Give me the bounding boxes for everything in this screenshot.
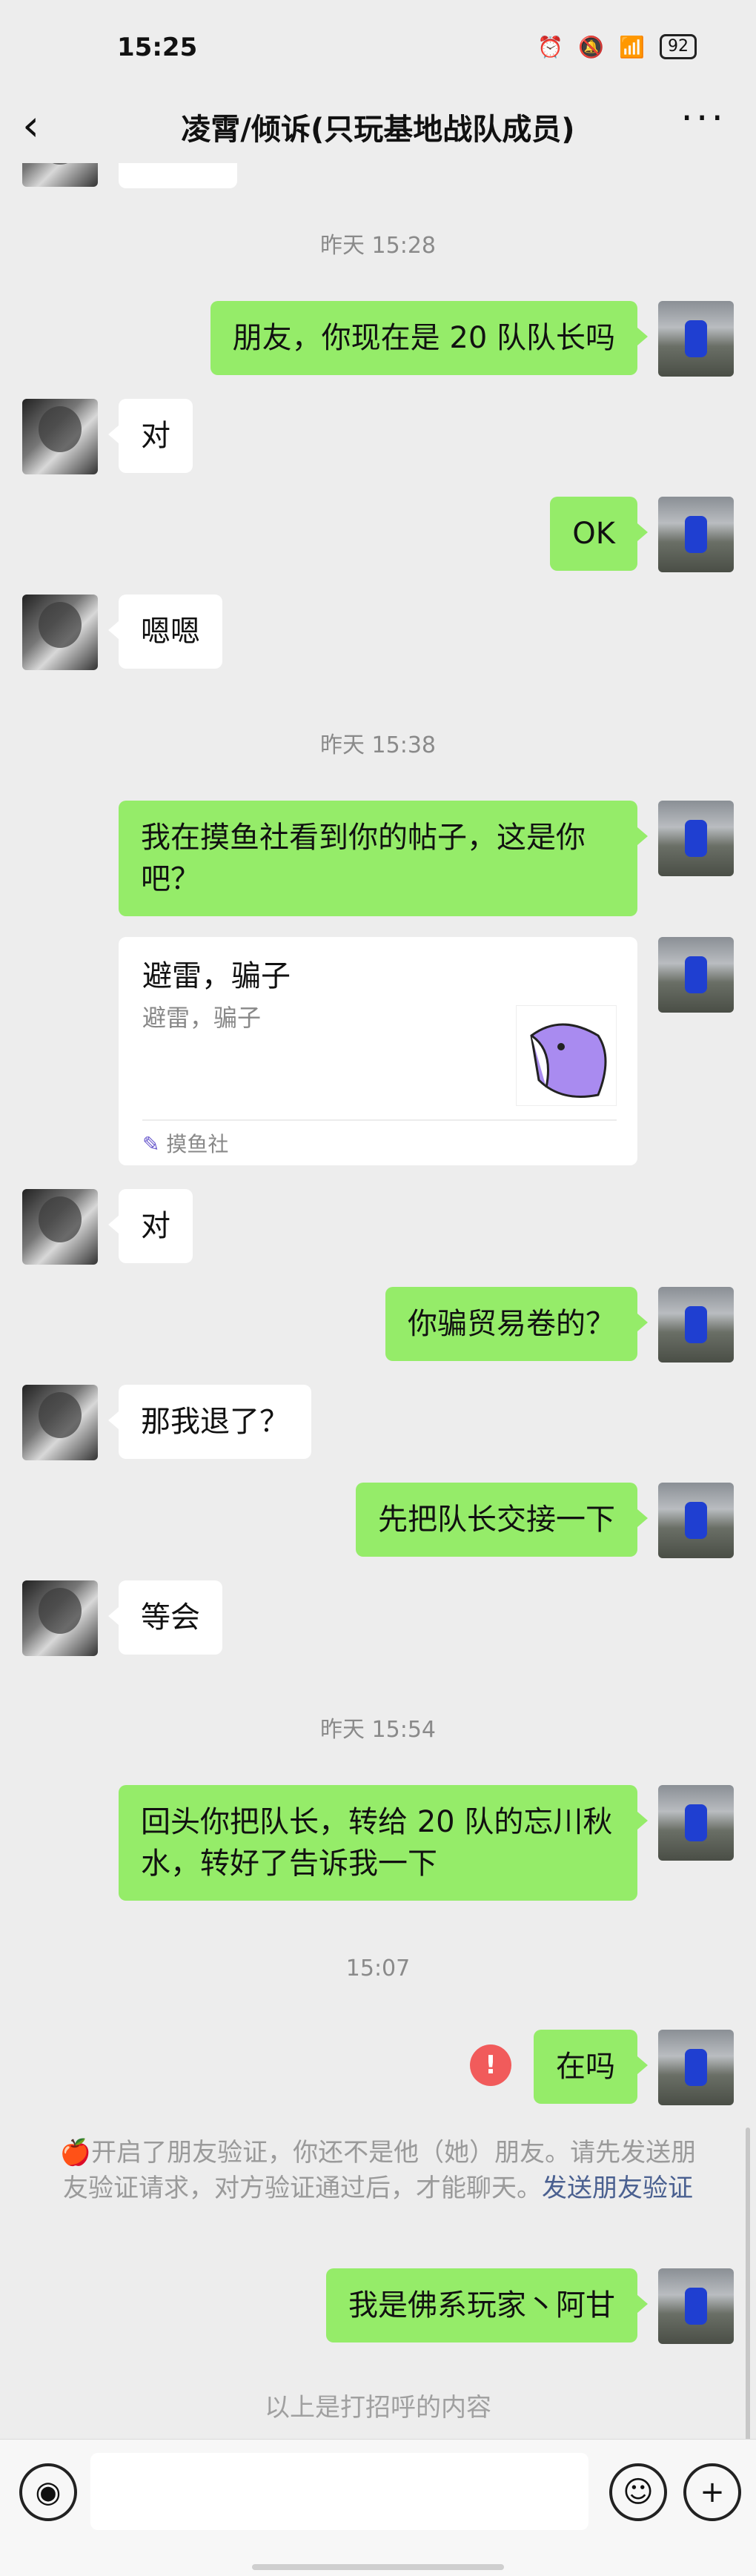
status-time: 15:25 [117, 33, 198, 62]
scrollbar[interactable] [746, 2128, 750, 2439]
message-bubble-sent[interactable]: 我是佛系玩家丶阿甘 [326, 2268, 648, 2342]
contact-avatar[interactable] [22, 163, 98, 187]
battery-icon: 92 [660, 34, 697, 59]
more-dots-icon: ··· [680, 96, 726, 141]
more-actions-button[interactable]: + [683, 2463, 741, 2521]
message-bubble-sent[interactable]: 先把队长交接一下 [356, 1483, 648, 1557]
link-card[interactable]: 避雷，骗子 避雷，骗子 ✎ 摸鱼社 [119, 937, 637, 1165]
home-indicator [252, 2564, 504, 2570]
greeting-note: 以上是打招呼的内容 [265, 2393, 491, 2423]
contact-avatar[interactable] [22, 595, 98, 670]
my-avatar[interactable] [658, 497, 734, 572]
input-bar: ◉ ☺ + [0, 2439, 756, 2576]
fish-thumbnail-icon [516, 1005, 617, 1106]
my-avatar[interactable] [658, 937, 734, 1013]
app-logo-icon: ✎ [142, 1132, 160, 1156]
my-avatar[interactable] [658, 1287, 734, 1363]
my-avatar[interactable] [658, 2268, 734, 2344]
send-failed-icon[interactable]: ! [470, 2044, 511, 2086]
link-card-divider [142, 1119, 617, 1121]
link-card-desc: 避雷，骗子 [142, 1004, 262, 1032]
emoji-icon: ☺ [623, 2475, 654, 2509]
timestamp: 15:07 [345, 1956, 411, 1981]
message-bubble-sent[interactable]: OK [550, 497, 648, 571]
emoji-button[interactable]: ☺ [609, 2463, 667, 2521]
apple-icon: 🍎 [59, 2138, 92, 2168]
contact-avatar[interactable] [22, 1189, 98, 1265]
chat-header: ‹ 凌霄/倾诉(只玩基地战队成员) ··· [0, 89, 756, 163]
message-bubble-clipped [119, 163, 237, 188]
mute-icon: 🔕 [578, 34, 605, 59]
message-bubble-received[interactable]: 对 [108, 1189, 193, 1263]
voice-icon: ◉ [35, 2475, 62, 2509]
my-avatar[interactable] [658, 1785, 734, 1861]
status-icons: ⏰ 🔕 📶 92 [537, 34, 697, 59]
link-card-source: ✎ 摸鱼社 [142, 1128, 228, 1158]
chat-title: 凌霄/倾诉(只玩基地战队成员) [181, 113, 575, 147]
my-avatar[interactable] [658, 801, 734, 876]
my-avatar[interactable] [658, 301, 734, 377]
voice-button[interactable]: ◉ [19, 2463, 77, 2521]
message-bubble-sent[interactable]: 在吗 [534, 2030, 648, 2104]
timestamp: 昨天 15:54 [320, 1717, 436, 1743]
contact-avatar[interactable] [22, 1580, 98, 1656]
plus-icon: + [700, 2475, 725, 2509]
message-bubble-sent[interactable]: 我在摸鱼社看到你的帖子，这是你吧？ [119, 801, 648, 916]
message-bubble-received[interactable]: 等会 [108, 1580, 222, 1655]
link-card-title: 避雷，骗子 [142, 959, 291, 993]
my-avatar[interactable] [658, 2030, 734, 2105]
message-bubble-received[interactable]: 那我退了？ [108, 1385, 311, 1459]
send-verification-link[interactable]: 发送朋友验证 [542, 2173, 693, 2203]
system-notice: 🍎开启了朋友验证，你还不是他（她）朋友。请先发送朋友验证请求，对方验证通过后，才… [59, 2135, 697, 2206]
status-bar: 15:25 ⏰ 🔕 📶 92 [0, 0, 756, 96]
message-bubble-received[interactable]: 嗯嗯 [108, 595, 222, 669]
contact-avatar[interactable] [22, 399, 98, 474]
link-card-source-label: 摸鱼社 [166, 1132, 229, 1156]
alarm-icon: ⏰ [537, 34, 564, 59]
my-avatar[interactable] [658, 1483, 734, 1558]
wifi-icon: 📶 [619, 34, 645, 59]
message-bubble-sent[interactable]: 回头你把队长，转给 20 队的忘川秋水，转好了告诉我一下 [119, 1785, 648, 1901]
contact-avatar[interactable] [22, 1385, 98, 1460]
message-bubble-received[interactable]: 对 [108, 399, 193, 473]
message-bubble-sent[interactable]: 你骗贸易卷的？ [385, 1287, 648, 1361]
timestamp: 昨天 15:28 [320, 233, 436, 259]
message-input[interactable] [90, 2453, 588, 2530]
message-list[interactable]: 昨天 15:28 朋友，你现在是 20 队队长吗 对 OK 嗯嗯 昨天 15:3… [0, 163, 756, 2439]
timestamp: 昨天 15:38 [320, 732, 436, 758]
more-button[interactable]: ··· [680, 96, 726, 141]
message-bubble-sent[interactable]: 朋友，你现在是 20 队队长吗 [210, 301, 649, 375]
